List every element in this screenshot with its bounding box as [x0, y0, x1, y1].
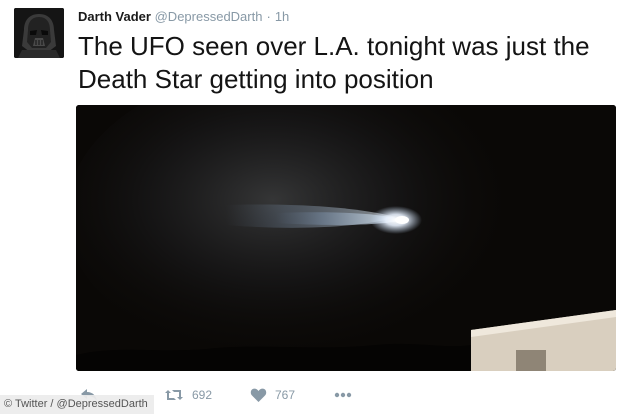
separator-dot: · [266, 9, 271, 24]
tweet-header: Darth Vader @DepressedDarth · 1h [78, 9, 289, 24]
tweet-photo[interactable] [76, 105, 616, 371]
author-handle[interactable]: @DepressedDarth [155, 9, 263, 24]
retweet-count: 692 [192, 388, 213, 402]
heart-icon [250, 388, 267, 402]
night-sky-light-streak-image [76, 105, 616, 371]
more-button[interactable] [334, 383, 352, 407]
like-button[interactable]: 767 [250, 383, 295, 407]
tweet-timestamp[interactable]: 1h [275, 9, 289, 24]
avatar[interactable] [14, 8, 64, 58]
retweet-icon [165, 390, 183, 400]
like-count: 767 [275, 388, 296, 402]
author-name[interactable]: Darth Vader [78, 9, 151, 24]
tweet-text: The UFO seen over L.A. tonight was just … [78, 31, 590, 94]
darth-vader-avatar-icon [14, 8, 64, 58]
tweet-card: Darth Vader @DepressedDarth · 1h The UFO s… [0, 0, 634, 414]
image-credit: © Twitter / @DepressedDarth [0, 395, 154, 414]
more-icon [334, 392, 352, 398]
retweet-button[interactable]: 692 [164, 383, 212, 407]
